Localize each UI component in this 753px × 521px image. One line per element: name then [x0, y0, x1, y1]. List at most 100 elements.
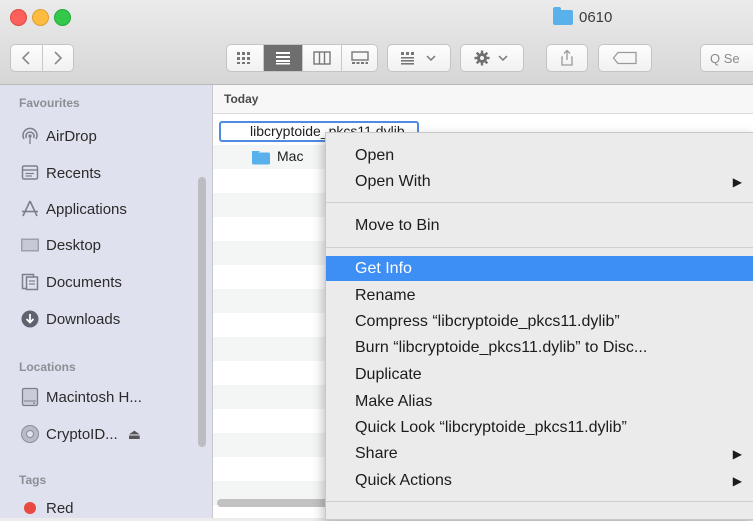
eject-icon[interactable]: ⏏: [128, 426, 141, 443]
group-icon: [401, 52, 414, 65]
chevron-left-icon: [21, 51, 30, 65]
submenu-arrow-icon: ▶: [732, 174, 742, 189]
menu-item-label: Quick Actions: [355, 471, 452, 489]
documents-icon: [19, 272, 41, 292]
downloads-icon: [19, 309, 41, 329]
menu-separator: [326, 202, 753, 203]
menu-item-burn-to-disc[interactable]: Burn “libcryptoide_pkcs11.dylib” to Disc…: [326, 335, 753, 360]
applications-icon: [19, 199, 41, 219]
submenu-arrow-icon: ▶: [732, 446, 742, 461]
menu-item-quick-look[interactable]: Quick Look “libcryptoide_pkcs11.dylib”: [326, 415, 753, 440]
list-section-header: Today: [213, 85, 753, 114]
sidebar-item-downloads[interactable]: Downloads: [19, 306, 120, 332]
sidebar-item-desktop[interactable]: Desktop: [19, 232, 101, 258]
menu-item-compress[interactable]: Compress “libcryptoide_pkcs11.dylib”: [326, 309, 753, 334]
menu-item-open-with[interactable]: Open With ▶: [326, 169, 753, 194]
forward-button[interactable]: [43, 45, 74, 71]
sidebar-scrollbar[interactable]: [198, 177, 206, 447]
menu-item-label: Duplicate: [355, 365, 422, 383]
submenu-arrow-icon: ▶: [732, 473, 742, 488]
chevron-right-icon: [54, 51, 63, 65]
gallery-icon: [351, 51, 369, 64]
edit-tags-button[interactable]: [598, 44, 652, 72]
toolbar: 0610 Q Se: [0, 0, 753, 85]
sidebar-section-locations: Locations: [19, 360, 76, 374]
menu-item-label: Quick Look “libcryptoide_pkcs11.dylib”: [355, 418, 627, 436]
menu-item-label: Share: [355, 444, 398, 462]
menu-item-label: Rename: [355, 286, 416, 304]
sidebar-item-macintosh-hd[interactable]: Macintosh H...: [19, 384, 142, 410]
menu-item-label: Open With: [355, 172, 431, 190]
section-today: Today: [224, 92, 259, 106]
sidebar-item-tag-red[interactable]: Red: [19, 495, 74, 521]
sidebar-section-favourites: Favourites: [19, 96, 80, 110]
folder-icon: [251, 150, 271, 170]
menu-item-label: Burn “libcryptoide_pkcs11.dylib” to Disc…: [355, 338, 648, 356]
chevron-down-icon: [498, 55, 508, 62]
menu-item-label: Get Info: [355, 259, 412, 277]
menu-item-label: Make Alias: [355, 392, 433, 410]
column-view-button[interactable]: [303, 45, 342, 71]
context-menu: Open Open With ▶ Move to Bin Get Info Re…: [325, 132, 753, 520]
grid-icon: [237, 52, 250, 64]
minimize-window-button[interactable]: [32, 9, 49, 26]
sidebar: Favourites AirDrop Recents Applications …: [0, 85, 213, 518]
action-button[interactable]: [460, 44, 524, 72]
sidebar-item-label: Desktop: [46, 236, 102, 254]
folder-icon: [553, 6, 573, 25]
close-window-button[interactable]: [10, 9, 27, 26]
chevron-down-icon: [426, 55, 436, 62]
sidebar-item-cryptoid[interactable]: CryptoID... ⏏: [19, 421, 141, 447]
tag-icon: [612, 51, 637, 65]
list-view-button[interactable]: [263, 45, 303, 71]
menu-separator: [326, 247, 753, 248]
back-forward-control: [10, 44, 74, 72]
sidebar-item-label: Red: [46, 499, 74, 517]
sidebar-item-label: Applications: [46, 200, 127, 218]
search-field[interactable]: Q Se: [700, 44, 753, 72]
icon-view-button[interactable]: [227, 45, 264, 71]
desktop-icon: [19, 235, 41, 255]
back-button[interactable]: [11, 45, 43, 71]
disk-icon: [19, 424, 41, 444]
list-icon: [275, 52, 290, 65]
menu-item-share[interactable]: Share ▶: [326, 441, 753, 466]
gear-icon: [474, 50, 490, 66]
menu-item-label: Move to Bin: [355, 216, 440, 234]
sidebar-item-documents[interactable]: Documents: [19, 269, 122, 295]
window-title-text: 0610: [579, 8, 613, 26]
menu-item-move-to-bin[interactable]: Move to Bin: [326, 213, 753, 238]
sidebar-item-airdrop[interactable]: AirDrop: [19, 123, 97, 149]
share-button[interactable]: [546, 44, 588, 72]
menu-item-open[interactable]: Open: [326, 143, 753, 168]
menu-item-label: Open: [355, 146, 395, 164]
search-placeholder: Q Se: [710, 50, 740, 66]
hard-disk-icon: [19, 387, 41, 407]
recents-icon: [19, 163, 41, 183]
group-button[interactable]: [387, 44, 451, 72]
menu-item-make-alias[interactable]: Make Alias: [326, 389, 753, 414]
sidebar-section-tags: Tags: [19, 473, 47, 487]
menu-item-duplicate[interactable]: Duplicate: [326, 362, 753, 387]
zoom-window-button[interactable]: [54, 9, 71, 26]
menu-item-rename[interactable]: Rename: [326, 283, 753, 308]
menu-item-label: Compress “libcryptoide_pkcs11.dylib”: [355, 312, 620, 330]
sidebar-item-label: Macintosh H...: [46, 388, 142, 406]
airdrop-icon: [19, 126, 41, 146]
columns-icon: [312, 51, 331, 65]
red-tag-icon: [19, 498, 41, 518]
window-title: 0610: [553, 6, 612, 28]
sidebar-item-recents[interactable]: Recents: [19, 160, 101, 186]
gallery-view-button[interactable]: [342, 45, 378, 71]
menu-item-quick-actions[interactable]: Quick Actions ▶: [326, 468, 753, 493]
sidebar-item-label: CryptoID...: [46, 425, 118, 443]
sidebar-item-label: AirDrop: [46, 127, 97, 145]
sidebar-item-label: Documents: [46, 273, 122, 291]
file-name-mac-folder[interactable]: Mac: [277, 148, 303, 164]
sidebar-item-label: Recents: [46, 164, 102, 182]
sidebar-item-label: Downloads: [46, 310, 121, 328]
menu-separator: [326, 501, 753, 502]
menu-item-get-info[interactable]: Get Info: [326, 256, 753, 281]
sidebar-item-applications[interactable]: Applications: [19, 196, 127, 222]
view-mode-control: [226, 44, 378, 72]
